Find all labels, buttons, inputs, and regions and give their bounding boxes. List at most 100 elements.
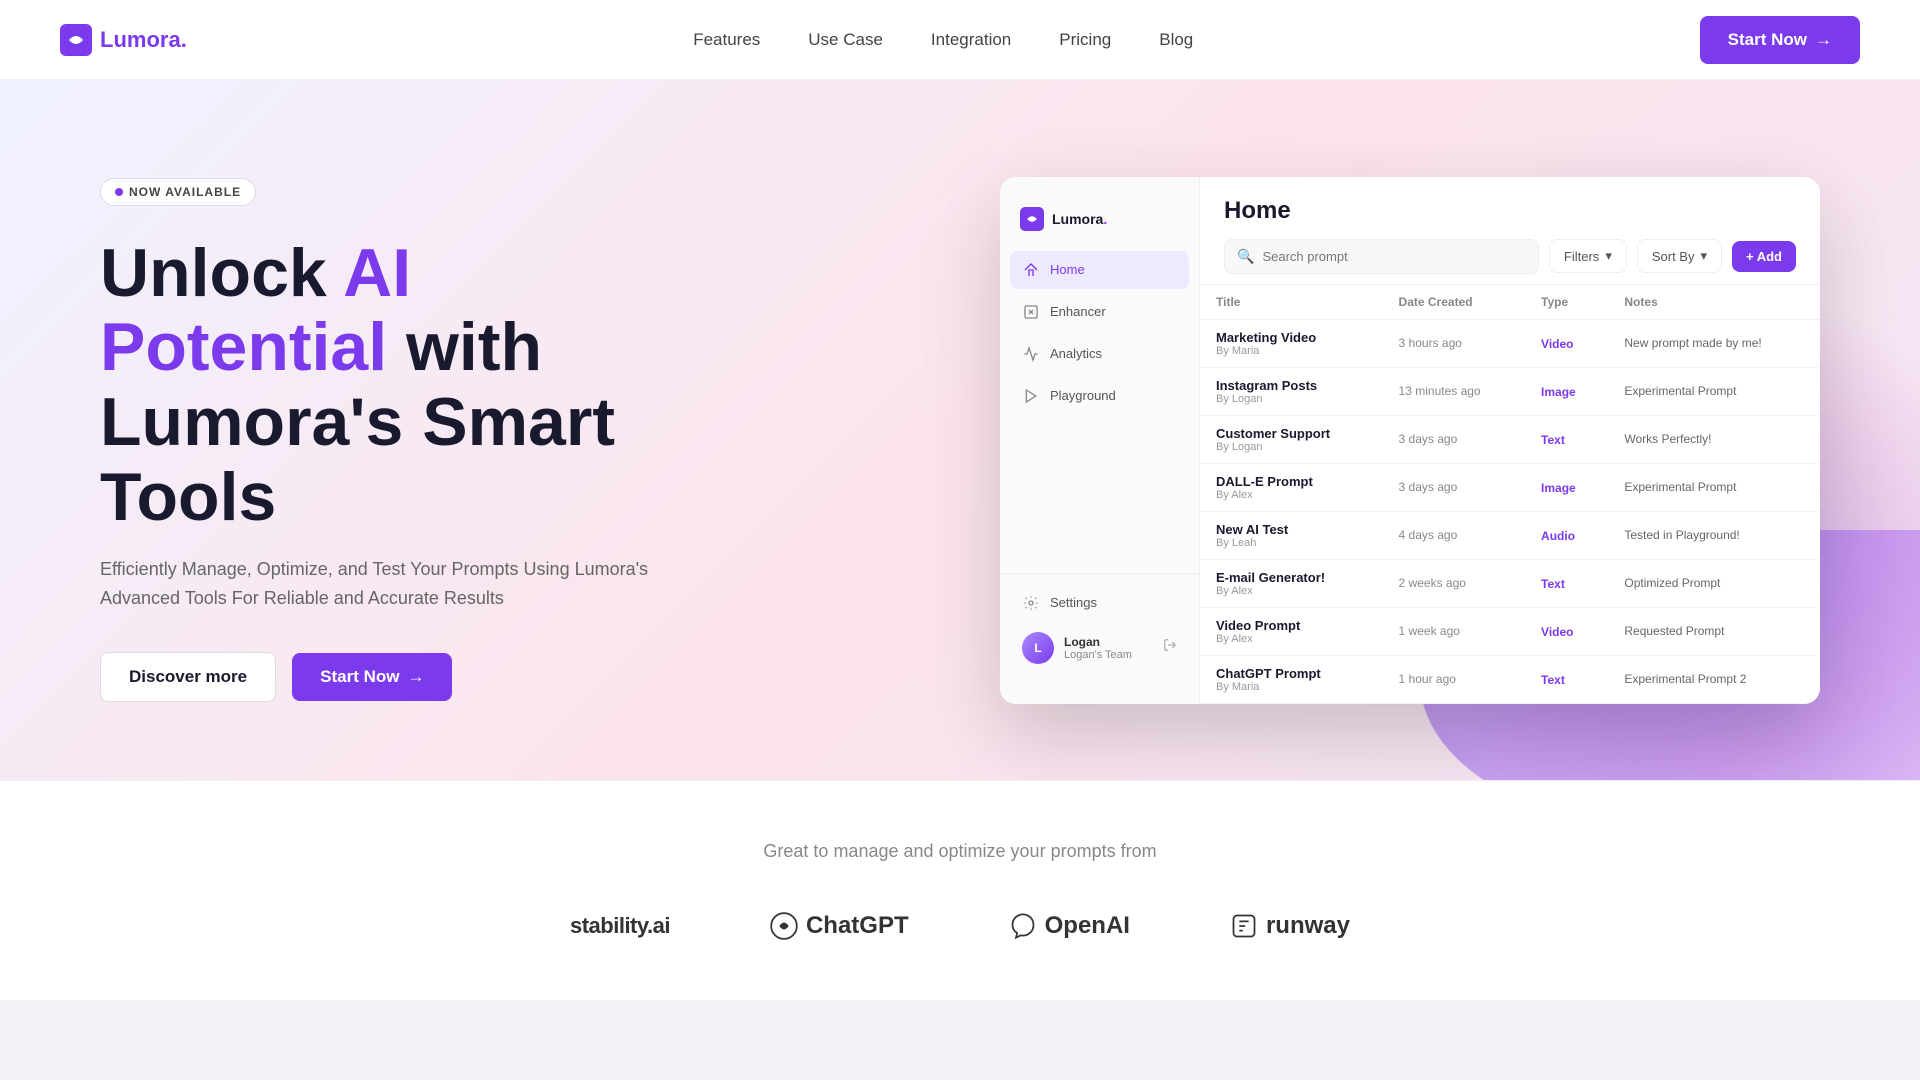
logo-text: Lumora. <box>100 27 187 53</box>
enhancer-icon <box>1022 303 1040 321</box>
nav-link-integration[interactable]: Integration <box>931 30 1011 50</box>
navbar: Lumora. Features Use Case Integration Pr… <box>0 0 1920 80</box>
table-row[interactable]: Customer Support By Logan 3 days ago Tex… <box>1200 415 1820 463</box>
sidebar-item-home[interactable]: Home <box>1010 251 1189 289</box>
search-input[interactable] <box>1262 249 1525 264</box>
runway-text: runway <box>1266 912 1350 940</box>
cell-date: 1 week ago <box>1383 607 1526 655</box>
logos-row: stability.ai ChatGPT OpenAI runway <box>100 912 1820 940</box>
cell-notes: Experimental Prompt <box>1608 463 1820 511</box>
cell-title: DALL-E Prompt By Alex <box>1200 463 1383 511</box>
analytics-icon <box>1022 345 1040 363</box>
hero-content: NOW AVAILABLE Unlock AI Potential with L… <box>100 178 680 703</box>
sidebar-item-analytics[interactable]: Analytics <box>1010 335 1189 373</box>
cell-notes: New prompt made by me! <box>1608 319 1820 367</box>
chevron-down-icon: ▾ <box>1700 248 1707 264</box>
sidebar-user: L Logan Logan's Team <box>1010 622 1189 674</box>
logo-icon <box>60 24 92 56</box>
cell-type[interactable]: Text <box>1525 559 1608 607</box>
playground-icon <box>1022 387 1040 405</box>
nav-link-blog[interactable]: Blog <box>1159 30 1193 50</box>
nav-link-usecase[interactable]: Use Case <box>808 30 883 50</box>
logo[interactable]: Lumora. <box>60 24 187 56</box>
page-title: Home <box>1224 197 1796 225</box>
app-main: Home 🔍 Filters ▾ Sort By ▾ <box>1200 177 1820 704</box>
col-notes: Notes <box>1608 285 1820 320</box>
settings-label: Settings <box>1050 595 1097 610</box>
logout-icon[interactable] <box>1163 638 1177 657</box>
user-name: Logan <box>1064 635 1153 649</box>
hero-badge: NOW AVAILABLE <box>100 178 256 206</box>
table-row[interactable]: Video Prompt By Alex 1 week ago Video Re… <box>1200 607 1820 655</box>
sort-button[interactable]: Sort By ▾ <box>1637 239 1722 273</box>
cell-type[interactable]: Image <box>1525 463 1608 511</box>
sidebar-settings[interactable]: Settings <box>1010 584 1189 622</box>
settings-icon <box>1022 594 1040 612</box>
hero-start-button[interactable]: Start Now → <box>292 653 452 701</box>
table-row[interactable]: Instagram Posts By Logan 13 minutes ago … <box>1200 367 1820 415</box>
col-title: Title <box>1200 285 1383 320</box>
filters-button[interactable]: Filters ▾ <box>1549 239 1627 273</box>
arrow-icon: → <box>407 667 424 687</box>
nav-link-features[interactable]: Features <box>693 30 760 50</box>
discover-more-button[interactable]: Discover more <box>100 652 276 702</box>
cell-title: ChatGPT Prompt By Maria <box>1200 655 1383 703</box>
cell-type[interactable]: Video <box>1525 319 1608 367</box>
table-row[interactable]: E-mail Generator! By Alex 2 weeks ago Te… <box>1200 559 1820 607</box>
search-box[interactable]: 🔍 <box>1224 239 1539 274</box>
logo-chatgpt: ChatGPT <box>770 912 909 940</box>
sidebar-item-enhancer[interactable]: Enhancer <box>1010 293 1189 331</box>
logo-openai: OpenAI <box>1009 912 1130 940</box>
cell-notes: Requested Prompt <box>1608 607 1820 655</box>
sidebar-nav: Home Enhancer Analytics <box>1000 251 1199 573</box>
table-header-row: Title Date Created Type Notes <box>1200 285 1820 320</box>
cell-title: Customer Support By Logan <box>1200 415 1383 463</box>
table-row[interactable]: New AI Test By Leah 4 days ago Audio Tes… <box>1200 511 1820 559</box>
cell-title: New AI Test By Leah <box>1200 511 1383 559</box>
sidebar-item-home-label: Home <box>1050 262 1085 277</box>
col-date: Date Created <box>1383 285 1526 320</box>
stability-text: stability.ai <box>570 913 670 939</box>
logo-stability: stability.ai <box>570 913 670 939</box>
app-mockup: Lumora. Home Enhancer <box>1000 177 1820 704</box>
cell-date: 3 days ago <box>1383 463 1526 511</box>
cell-title: Video Prompt By Alex <box>1200 607 1383 655</box>
sidebar-logo-icon <box>1020 207 1044 231</box>
chatgpt-text: ChatGPT <box>806 912 909 940</box>
cell-type[interactable]: Audio <box>1525 511 1608 559</box>
chevron-down-icon: ▾ <box>1605 248 1612 264</box>
cell-date: 4 days ago <box>1383 511 1526 559</box>
sort-label: Sort By <box>1652 249 1695 264</box>
nav-link-pricing[interactable]: Pricing <box>1059 30 1111 50</box>
add-button[interactable]: + Add <box>1732 241 1796 272</box>
openai-text: OpenAI <box>1045 912 1130 940</box>
table-row[interactable]: Marketing Video By Maria 3 hours ago Vid… <box>1200 319 1820 367</box>
sidebar-item-playground[interactable]: Playground <box>1010 377 1189 415</box>
sidebar-bottom: Settings L Logan Logan's Team <box>1000 573 1199 684</box>
home-icon <box>1022 261 1040 279</box>
app-window: Lumora. Home Enhancer <box>1000 177 1820 704</box>
cell-type[interactable]: Text <box>1525 415 1608 463</box>
cell-notes: Experimental Prompt 2 <box>1608 655 1820 703</box>
cell-date: 2 weeks ago <box>1383 559 1526 607</box>
search-icon: 🔍 <box>1237 248 1254 265</box>
cell-type[interactable]: Video <box>1525 607 1608 655</box>
nav-start-button[interactable]: Start Now → <box>1700 16 1860 64</box>
table-row[interactable]: DALL-E Prompt By Alex 3 days ago Image E… <box>1200 463 1820 511</box>
badge-text: NOW AVAILABLE <box>129 185 241 199</box>
hero-title: Unlock AI Potential with Lumora's Smart … <box>100 236 680 535</box>
prompts-table: Title Date Created Type Notes Marketing … <box>1200 285 1820 704</box>
sidebar-item-playground-label: Playground <box>1050 388 1116 403</box>
cell-date: 3 hours ago <box>1383 319 1526 367</box>
cell-type[interactable]: Text <box>1525 655 1608 703</box>
user-info: Logan Logan's Team <box>1064 635 1153 661</box>
cell-type[interactable]: Image <box>1525 367 1608 415</box>
cell-title: Instagram Posts By Logan <box>1200 367 1383 415</box>
filters-label: Filters <box>1564 249 1599 264</box>
cell-date: 1 hour ago <box>1383 655 1526 703</box>
app-sidebar: Lumora. Home Enhancer <box>1000 177 1200 704</box>
sidebar-logo: Lumora. <box>1000 197 1199 251</box>
hero-buttons: Discover more Start Now → <box>100 652 680 702</box>
table-row[interactable]: ChatGPT Prompt By Maria 1 hour ago Text … <box>1200 655 1820 703</box>
start-label: Start Now <box>320 667 399 687</box>
